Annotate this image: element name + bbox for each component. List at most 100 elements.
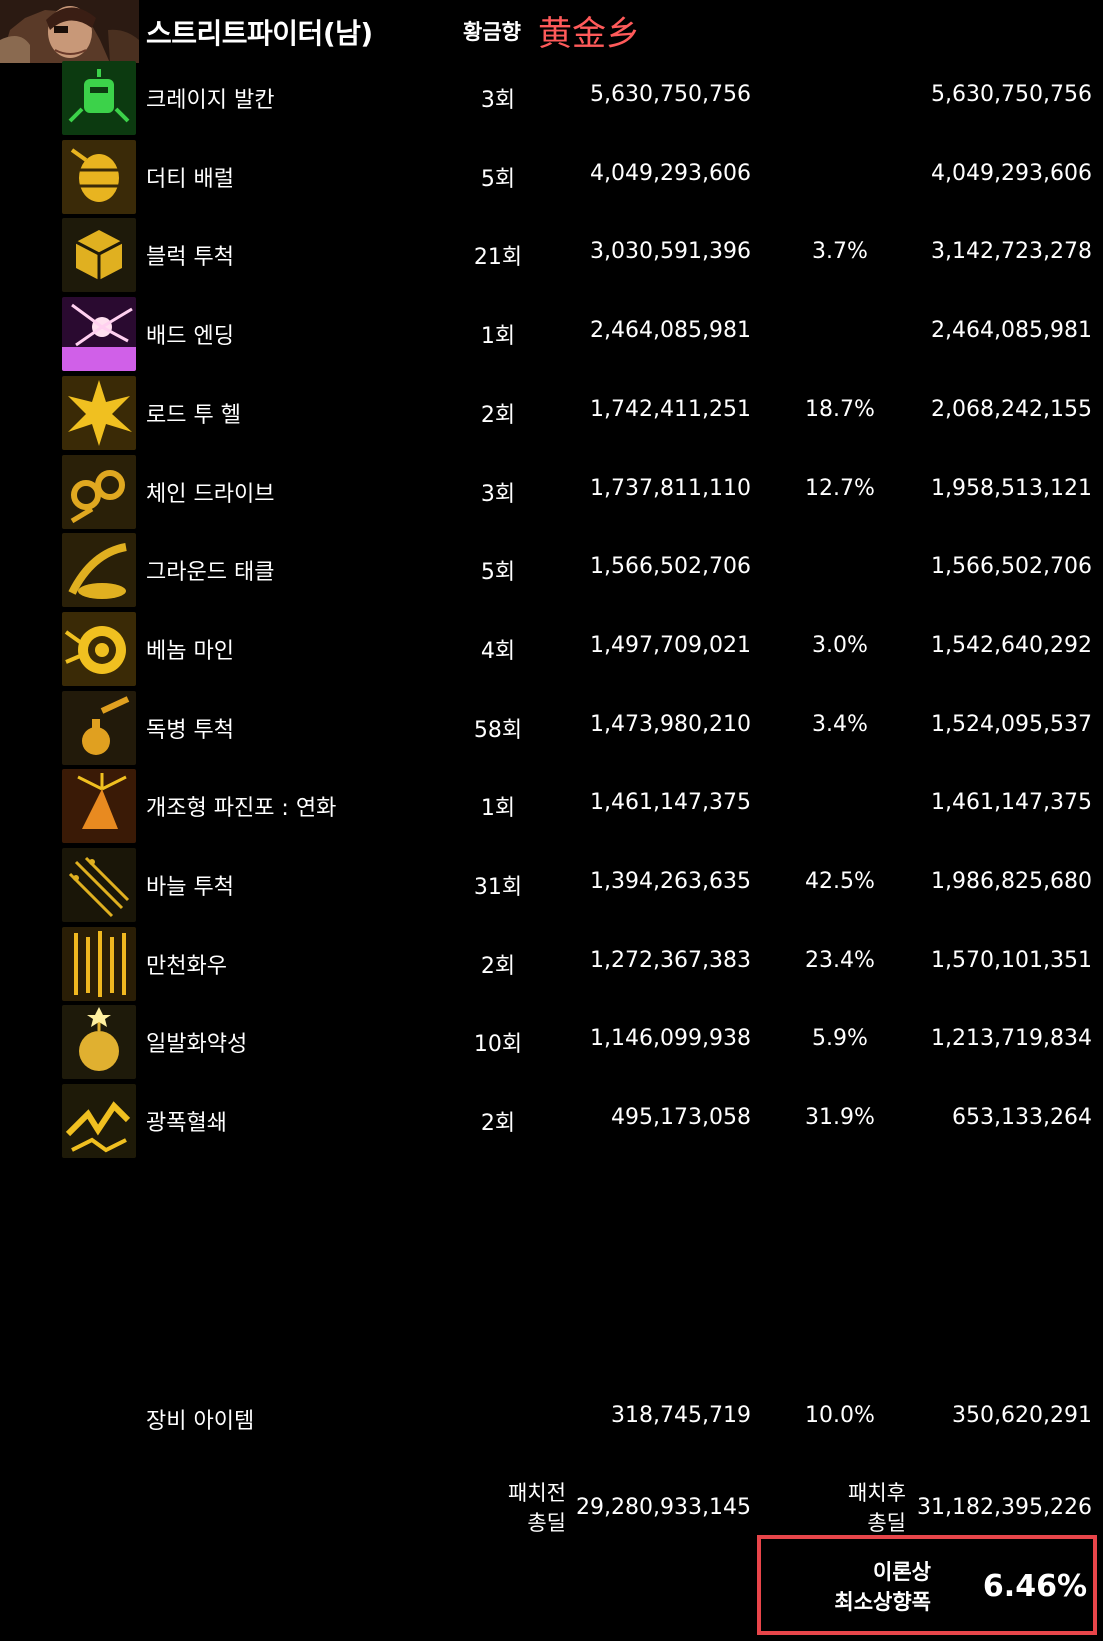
skill-row: 배드 엔딩 1회 2,464,085,981 2,464,085,981 bbox=[0, 296, 1103, 374]
result-value: 6.46% bbox=[982, 1569, 1087, 1604]
damage-before: 1,497,709,021 bbox=[590, 632, 751, 658]
skill-name: 로드 투 헬 bbox=[146, 402, 241, 428]
result-label: 이론상 최소상향폭 bbox=[801, 1557, 931, 1617]
barrel-icon bbox=[62, 139, 136, 214]
before-total-label-line1: 패치전 bbox=[508, 1481, 566, 1505]
after-total-value: 31,182,395,226 bbox=[917, 1495, 1092, 1520]
equipment-after: 350,620,291 bbox=[952, 1403, 1092, 1428]
skill-row: 독병 투척 58회 1,473,980,210 3.4% 1,524,095,537 bbox=[0, 690, 1103, 768]
increase-rate: 3.4% bbox=[812, 711, 868, 737]
damage-after: 1,566,502,706 bbox=[931, 554, 1092, 580]
equipment-row: 장비 아이템 318,745,719 10.0% 350,620,291 bbox=[0, 1393, 1103, 1443]
hit-count: 4회 bbox=[480, 638, 516, 664]
damage-after: 5,630,750,756 bbox=[931, 82, 1092, 107]
hit-count: 3회 bbox=[480, 88, 516, 113]
skill-name: 일발화약성 bbox=[146, 1032, 248, 1058]
before-total-value: 29,280,933,145 bbox=[576, 1495, 751, 1520]
skill-name: 독병 투척 bbox=[146, 717, 234, 743]
skill-row: 만천화우 2회 1,272,367,383 23.4% 1,570,101,351 bbox=[0, 926, 1103, 1004]
skill-row: 일발화약성 10회 1,146,099,938 5.9% 1,213,719,834 bbox=[0, 1004, 1103, 1082]
skill-name: 크레이지 발칸 bbox=[146, 88, 275, 113]
hit-count: 31회 bbox=[473, 875, 523, 900]
skill-row: 바늘 투척 31회 1,394,263,635 42.5% 1,986,825,680 bbox=[0, 847, 1103, 925]
before-total-label-line2: 총딜 bbox=[527, 1511, 566, 1535]
hit-count: 1회 bbox=[480, 796, 516, 822]
damage-after: 1,524,095,537 bbox=[931, 711, 1092, 737]
skill-row: 로드 투 헬 2회 1,742,411,251 18.7% 2,068,242,155 bbox=[0, 375, 1103, 453]
firework-icon bbox=[62, 769, 136, 844]
increase-rate: 3.7% bbox=[812, 239, 868, 265]
explosion-icon bbox=[62, 375, 136, 450]
result-label-line2: 최소상향폭 bbox=[834, 1590, 931, 1614]
skill-row: 베놈 마인 4회 1,497,709,021 3.0% 1,542,640,292 bbox=[0, 611, 1103, 689]
lightning-icon bbox=[62, 1084, 136, 1159]
after-total-label-line1: 패치후 bbox=[848, 1481, 906, 1505]
skill-row: 블럭 투척 21회 3,030,591,396 3.7% 3,142,723,278 bbox=[0, 217, 1103, 295]
skill-name: 개조형 파진포 : 연화 bbox=[146, 796, 337, 822]
damage-before: 1,737,811,110 bbox=[590, 475, 751, 501]
skill-name: 베놈 마인 bbox=[146, 638, 234, 664]
result-label-line1: 이론상 bbox=[873, 1560, 931, 1584]
damage-after: 653,133,264 bbox=[952, 1105, 1092, 1131]
damage-before: 495,173,058 bbox=[611, 1105, 751, 1131]
damage-before: 2,464,085,981 bbox=[590, 318, 751, 344]
hit-count: 58회 bbox=[473, 717, 523, 743]
after-total-label: 패치후 총딜 bbox=[810, 1478, 906, 1538]
hit-count: 21회 bbox=[473, 245, 523, 271]
skill-name: 광폭혈쇄 bbox=[146, 1111, 227, 1137]
chain-icon bbox=[62, 454, 136, 529]
skill-name: 체인 드라이브 bbox=[146, 481, 275, 507]
skill-name: 배드 엔딩 bbox=[146, 324, 234, 350]
increase-rate: 12.7% bbox=[805, 475, 875, 501]
block-icon bbox=[62, 218, 136, 293]
tackle-icon bbox=[62, 533, 136, 608]
damage-before: 1,473,980,210 bbox=[590, 711, 751, 737]
rain-icon bbox=[62, 926, 136, 1001]
bomb-icon bbox=[62, 1005, 136, 1080]
equipment-before: 318,745,719 bbox=[611, 1403, 751, 1428]
before-total-label: 패치전 총딜 bbox=[470, 1478, 566, 1538]
increase-rate: 3.0% bbox=[812, 632, 868, 658]
damage-after: 3,142,723,278 bbox=[931, 239, 1092, 265]
hit-count: 3회 bbox=[480, 481, 516, 507]
skill-row: 크레이지 발칸 3회 5,630,750,756 5,630,750,756 bbox=[0, 60, 1103, 138]
skill-row: 광폭혈쇄 2회 495,173,058 31.9% 653,133,264 bbox=[0, 1083, 1103, 1161]
damage-before: 1,272,367,383 bbox=[590, 947, 751, 973]
server-label: 황금향 bbox=[463, 20, 521, 44]
skill-row: 더티 배럴 5회 4,049,293,606 4,049,293,606 bbox=[0, 139, 1103, 217]
damage-before: 5,630,750,756 bbox=[590, 82, 751, 107]
hit-count: 2회 bbox=[480, 402, 516, 428]
skill-row: 그라운드 태클 5회 1,566,502,706 1,566,502,706 bbox=[0, 532, 1103, 610]
skill-name: 블럭 투척 bbox=[146, 245, 234, 271]
nickname: 黄金乡 bbox=[538, 14, 640, 54]
purple-burst-icon bbox=[62, 297, 136, 372]
damage-after: 1,542,640,292 bbox=[931, 632, 1092, 658]
character-name: 스트리트파이터(남) bbox=[146, 17, 373, 50]
skill-name: 그라운드 태클 bbox=[146, 560, 275, 586]
hit-count: 1회 bbox=[480, 324, 516, 350]
damage-after: 4,049,293,606 bbox=[931, 160, 1092, 186]
damage-before: 1,461,147,375 bbox=[590, 790, 751, 816]
damage-before: 1,146,099,938 bbox=[590, 1026, 751, 1052]
equipment-rate: 10.0% bbox=[805, 1403, 875, 1428]
after-total-label-line2: 총딜 bbox=[867, 1511, 906, 1535]
increase-rate: 5.9% bbox=[812, 1026, 868, 1052]
damage-before: 1,566,502,706 bbox=[590, 554, 751, 580]
increase-rate: 18.7% bbox=[805, 396, 875, 422]
venom-mine-icon bbox=[62, 611, 136, 686]
green-fist-icon bbox=[62, 61, 136, 135]
skill-name: 더티 배럴 bbox=[146, 166, 234, 192]
skill-name: 만천화우 bbox=[146, 953, 227, 979]
result-box: 이론상 최소상향폭 6.46% bbox=[757, 1535, 1097, 1635]
damage-after: 1,958,513,121 bbox=[931, 475, 1092, 501]
damage-before: 3,030,591,396 bbox=[590, 239, 751, 265]
damage-after: 2,464,085,981 bbox=[931, 318, 1092, 344]
hit-count: 5회 bbox=[480, 166, 516, 192]
damage-after: 1,461,147,375 bbox=[931, 790, 1092, 816]
skill-name: 바늘 투척 bbox=[146, 875, 234, 900]
damage-before: 1,742,411,251 bbox=[590, 396, 751, 422]
damage-after: 1,986,825,680 bbox=[931, 869, 1092, 894]
damage-before: 4,049,293,606 bbox=[590, 160, 751, 186]
damage-after: 1,570,101,351 bbox=[931, 947, 1092, 973]
damage-before: 1,394,263,635 bbox=[590, 869, 751, 894]
